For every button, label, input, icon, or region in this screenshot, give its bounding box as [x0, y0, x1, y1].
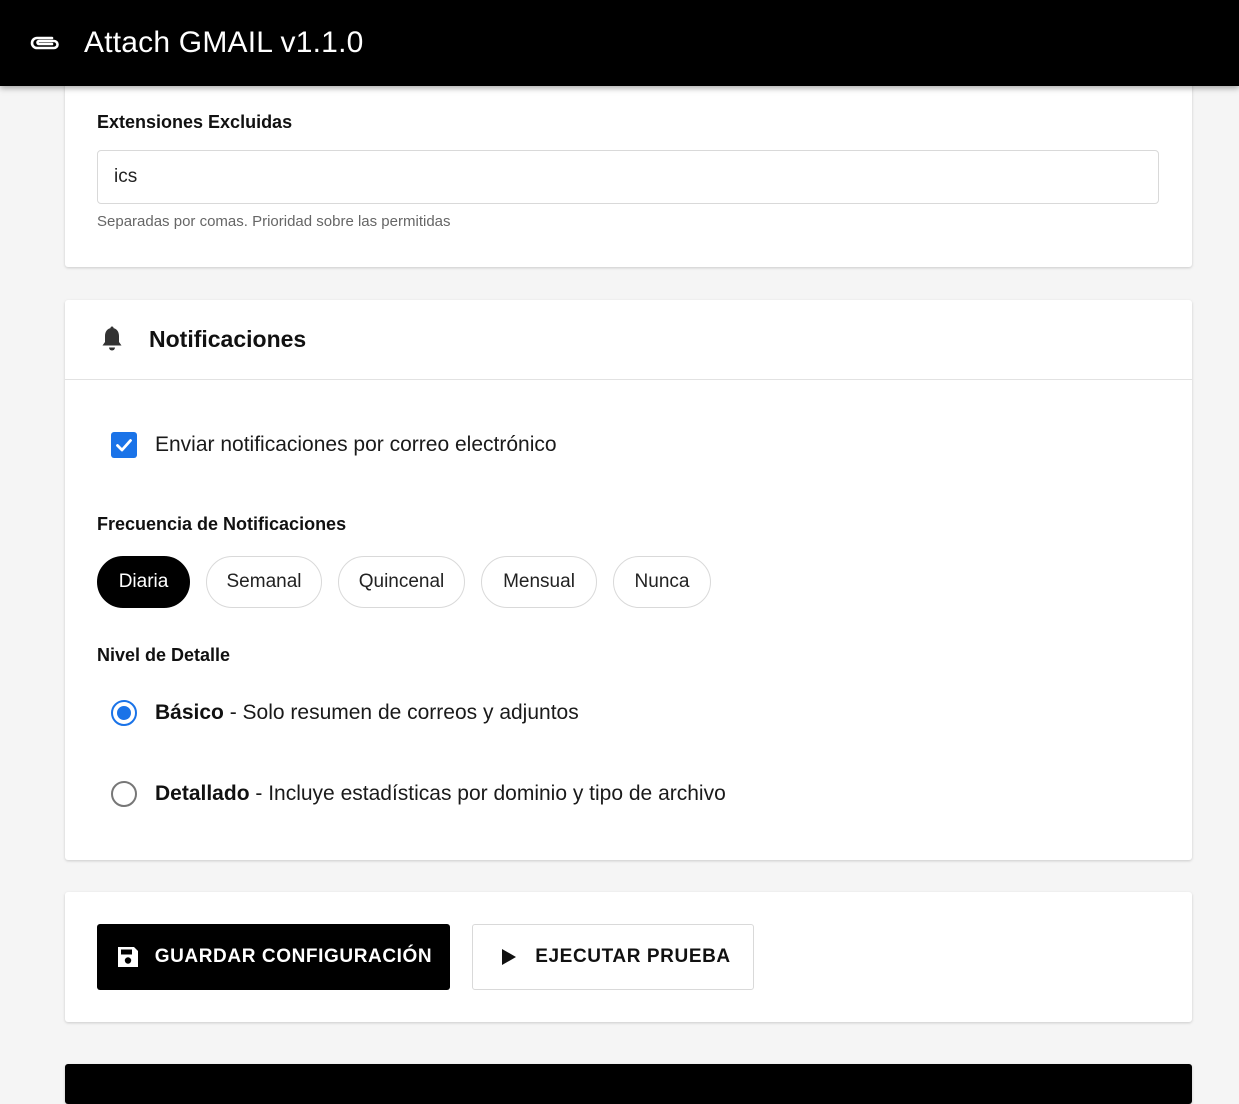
app-bar: Attach GMAIL v1.1.0 [0, 0, 1239, 86]
detail-option-basic[interactable]: Básico - Solo resumen de correos y adjun… [111, 700, 579, 726]
save-configuration-label: GUARDAR CONFIGURACIÓN [154, 946, 433, 967]
app-title: Attach GMAIL v1.1.0 [84, 26, 364, 59]
detail-basic-title: Básico [155, 701, 224, 724]
email-notifications-checkbox-row[interactable]: Enviar notificaciones por correo electró… [111, 432, 557, 458]
excluded-extensions-helper: Separadas por comas. Prioridad sobre las… [97, 213, 451, 230]
frequency-chip-semanal[interactable]: Semanal [206, 556, 322, 608]
detail-detailed-title: Detallado [155, 782, 250, 805]
detail-basic-radio[interactable] [111, 700, 137, 726]
bottom-dark-card [65, 1064, 1192, 1104]
excluded-extensions-label: Extensiones Excluidas [97, 112, 293, 132]
extensions-card: Extensiones Excluidas Separadas por coma… [65, 70, 1192, 267]
save-icon [115, 944, 141, 970]
frequency-chip-quincenal[interactable]: Quincenal [338, 556, 465, 608]
play-icon [495, 944, 521, 970]
notifications-header: Notificaciones [65, 300, 1192, 380]
save-configuration-button[interactable]: GUARDAR CONFIGURACIÓN [97, 924, 450, 990]
notifications-title: Notificaciones [149, 326, 307, 352]
run-test-label: EJECUTAR PRUEBA [535, 946, 731, 967]
detail-detailed-description: - Incluye estadísticas por dominio y tip… [249, 782, 726, 805]
detail-basic-description: - Solo resumen de correos y adjuntos [223, 701, 579, 724]
detail-detailed-radio[interactable] [111, 781, 137, 807]
frequency-chip-nunca[interactable]: Nunca [613, 556, 711, 608]
email-notifications-checkbox[interactable] [111, 432, 137, 458]
excluded-extensions-input[interactable] [97, 150, 1159, 204]
detail-level-label: Nivel de Detalle [97, 645, 231, 665]
notifications-card: Notificaciones Enviar notificaciones por… [65, 300, 1192, 860]
paperclip-icon [28, 31, 62, 55]
detail-option-detailed[interactable]: Detallado - Incluye estadísticas por dom… [111, 781, 726, 807]
actions-card: GUARDAR CONFIGURACIÓN EJECUTAR PRUEBA [65, 892, 1192, 1022]
bell-icon [99, 326, 125, 354]
run-test-button[interactable]: EJECUTAR PRUEBA [472, 924, 754, 990]
frequency-chip-group: Diaria Semanal Quincenal Mensual Nunca [97, 556, 727, 608]
frequency-chip-mensual[interactable]: Mensual [481, 556, 597, 608]
email-notifications-label: Enviar notificaciones por correo electró… [155, 433, 557, 456]
frequency-label: Frecuencia de Notificaciones [97, 514, 347, 534]
frequency-chip-diaria[interactable]: Diaria [97, 556, 190, 608]
